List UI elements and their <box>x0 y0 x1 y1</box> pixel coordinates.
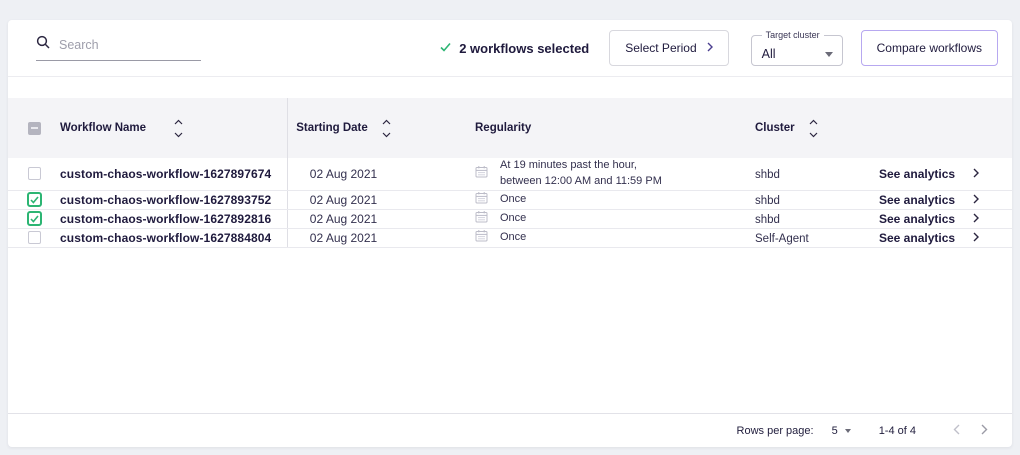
starting-date: 02 Aug 2021 <box>310 193 377 207</box>
chevron-up-icon <box>174 119 183 125</box>
search-input[interactable] <box>59 38 201 52</box>
see-analytics-link[interactable]: See analytics <box>879 231 955 245</box>
select-all-checkbox[interactable] <box>28 122 41 135</box>
checkmark-icon <box>30 196 39 204</box>
calendar-icon <box>475 191 488 209</box>
chevron-up-icon <box>382 119 391 125</box>
column-header-starting-date: Starting Date <box>296 122 368 134</box>
checkmark-icon <box>30 215 39 223</box>
previous-page-button[interactable] <box>942 424 970 438</box>
caret-down-icon <box>845 429 851 433</box>
regularity-text: Once <box>500 230 526 246</box>
chevron-down-icon <box>809 132 818 138</box>
caret-down-icon <box>825 52 833 57</box>
chevron-right-icon <box>973 229 979 247</box>
workflow-name: custom-chaos-workflow-1627897674 <box>60 167 271 181</box>
regularity-line-2: between 12:00 AM and 11:59 PM <box>500 174 662 190</box>
cluster-name: shbd <box>755 214 780 226</box>
regularity-line-1: At 19 minutes past the hour, <box>500 158 662 174</box>
row-checkbox[interactable] <box>27 192 42 207</box>
row-checkbox[interactable] <box>28 231 41 244</box>
regularity-line-1: Once <box>500 230 526 246</box>
search-icon <box>36 35 50 54</box>
table-empty-area <box>8 248 1012 413</box>
chevron-down-icon <box>174 132 183 138</box>
cluster-name: shbd <box>755 195 780 207</box>
column-header-workflow-name: Workflow Name <box>60 122 146 134</box>
chevron-left-icon <box>953 424 960 435</box>
row-checkbox[interactable] <box>27 211 42 226</box>
regularity-text: At 19 minutes past the hour, between 12:… <box>500 158 662 190</box>
table-header: Workflow Name Starting Date Regularity C… <box>8 98 1012 158</box>
rows-per-page-select[interactable]: 5 <box>832 425 851 437</box>
table-row: custom-chaos-workflow-1627884804 02 Aug … <box>8 229 1012 248</box>
select-period-button[interactable]: Select Period <box>609 30 728 66</box>
workflow-name: custom-chaos-workflow-1627893752 <box>60 193 271 207</box>
workflow-name: custom-chaos-workflow-1627892816 <box>60 212 271 226</box>
starting-date: 02 Aug 2021 <box>310 231 377 245</box>
pagination-range: 1-4 of 4 <box>879 425 916 437</box>
workflow-name: custom-chaos-workflow-1627884804 <box>60 231 271 245</box>
selected-summary: 2 workflows selected <box>440 39 589 57</box>
toolbar-table-gap <box>8 77 1012 98</box>
chevron-right-icon <box>973 191 979 209</box>
toolbar: 2 workflows selected Select Period Targe… <box>8 20 1012 77</box>
workflows-card: 2 workflows selected Select Period Targe… <box>8 20 1012 447</box>
column-header-regularity: Regularity <box>475 122 531 134</box>
cluster-name: shbd <box>755 169 780 181</box>
see-analytics-link[interactable]: See analytics <box>879 212 955 226</box>
compare-workflows-button[interactable]: Compare workflows <box>861 30 998 66</box>
table-body: custom-chaos-workflow-1627897674 02 Aug … <box>8 158 1012 248</box>
regularity-text: Once <box>500 211 526 227</box>
table-row: custom-chaos-workflow-1627892816 02 Aug … <box>8 210 1012 229</box>
table-footer: Rows per page: 5 1-4 of 4 <box>8 413 1012 447</box>
search-box[interactable] <box>36 35 201 61</box>
chevron-right-icon <box>973 165 979 183</box>
chevron-right-icon <box>981 424 988 435</box>
see-analytics-link[interactable]: See analytics <box>879 167 955 181</box>
cluster-name: Self-Agent <box>755 233 809 245</box>
starting-date: 02 Aug 2021 <box>310 212 377 226</box>
regularity-line-1: Once <box>500 192 526 208</box>
rows-per-page-value: 5 <box>832 425 838 437</box>
table-row: custom-chaos-workflow-1627893752 02 Aug … <box>8 191 1012 210</box>
checkmark-icon <box>440 39 451 57</box>
table-row: custom-chaos-workflow-1627897674 02 Aug … <box>8 158 1012 191</box>
selected-summary-text: 2 workflows selected <box>459 41 589 56</box>
column-header-cluster: Cluster <box>755 122 795 134</box>
chevron-up-icon <box>809 119 818 125</box>
sort-cluster[interactable] <box>809 119 818 138</box>
target-cluster-label: Target cluster <box>762 30 824 40</box>
sort-workflow-name[interactable] <box>174 119 183 138</box>
chevron-right-icon <box>973 210 979 228</box>
target-cluster-select[interactable]: Target cluster All <box>751 30 843 66</box>
regularity-line-1: Once <box>500 211 526 227</box>
rows-per-page-label: Rows per page: <box>737 425 814 437</box>
chevron-right-icon <box>707 41 713 55</box>
calendar-icon <box>475 210 488 228</box>
target-cluster-value: All <box>762 47 776 61</box>
starting-date: 02 Aug 2021 <box>310 167 377 181</box>
row-checkbox[interactable] <box>28 167 41 180</box>
sort-starting-date[interactable] <box>382 119 391 138</box>
calendar-icon <box>475 229 488 247</box>
calendar-icon <box>475 165 488 183</box>
regularity-text: Once <box>500 192 526 208</box>
see-analytics-link[interactable]: See analytics <box>879 193 955 207</box>
chevron-down-icon <box>382 132 391 138</box>
next-page-button[interactable] <box>970 424 998 438</box>
